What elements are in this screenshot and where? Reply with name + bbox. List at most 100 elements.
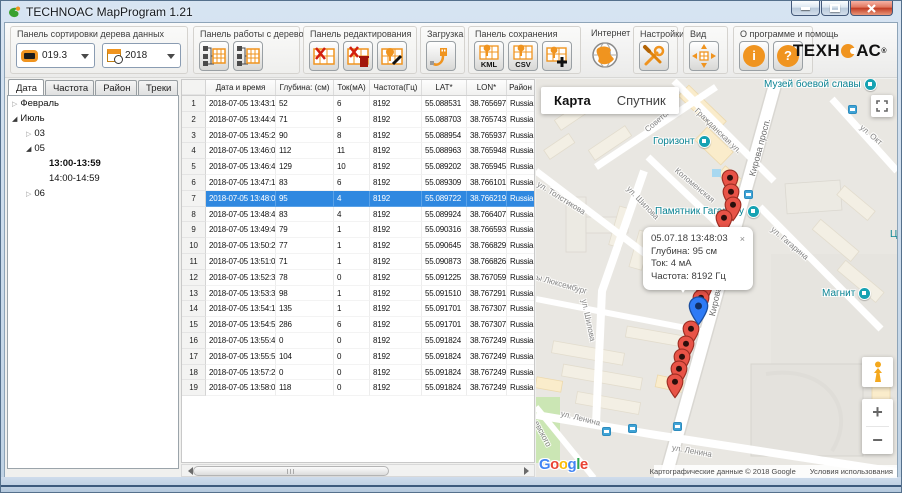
tab-date[interactable]: Дата [8,79,44,95]
table-cell[interactable]: 38.765743 [467,112,507,128]
minimize-button[interactable] [791,1,820,16]
table-cell[interactable]: 0 [334,349,370,365]
row-number[interactable]: 17 [182,349,206,365]
table-cell[interactable]: 6 [334,317,370,333]
row-number[interactable]: 11 [182,254,206,270]
table-cell[interactable]: 2018-07-05 13:48:41 [206,207,276,223]
table-row[interactable]: 182018-07-05 13:57:2800819255.09182438.7… [182,365,534,381]
bus-stop-icon[interactable] [744,190,753,199]
table-cell[interactable]: 55.091701 [422,301,467,317]
table-cell[interactable]: 38.766101 [467,175,507,191]
table-cell[interactable]: 129 [276,159,334,175]
bus-stop-icon[interactable] [673,422,682,431]
table-cell[interactable]: 0 [276,333,334,349]
row-number[interactable]: 10 [182,238,206,254]
table-cell[interactable]: 2018-07-05 13:45:29 [206,128,276,144]
table-row[interactable]: 82018-07-05 13:48:41834819255.08992438.7… [182,207,534,223]
device-dropdown[interactable]: 019.3 [16,43,95,68]
table-cell[interactable]: 38.767249 [467,380,507,396]
table-cell[interactable]: 2018-07-05 13:54:55 [206,317,276,333]
table-cell[interactable]: 2018-07-05 13:44:44 [206,112,276,128]
pegman-button[interactable] [862,357,893,387]
table-cell[interactable]: 112 [276,143,334,159]
table-cell[interactable]: 8192 [370,254,422,270]
table-cell[interactable]: 55.091824 [422,365,467,381]
table-cell[interactable]: 77 [276,238,334,254]
table-cell[interactable]: 71 [276,112,334,128]
table-cell[interactable]: 286 [276,317,334,333]
table-cell[interactable]: 1 [334,286,370,302]
table-cell[interactable]: 135 [276,301,334,317]
col-rownum[interactable] [182,80,206,95]
table-cell[interactable]: 98 [276,286,334,302]
table-cell[interactable]: 0 [334,365,370,381]
table-cell[interactable]: 2018-07-05 13:50:26 [206,238,276,254]
zoom-out-button[interactable]: − [862,427,893,454]
table-cell[interactable]: 55.088531 [422,96,467,112]
table-cell[interactable]: 8192 [370,207,422,223]
table-cell[interactable]: Russia. [507,143,534,159]
table-cell[interactable]: 8192 [370,128,422,144]
table-cell[interactable]: 8192 [370,112,422,128]
table-cell[interactable]: 55.091701 [422,317,467,333]
table-cell[interactable]: 2018-07-05 13:48:03 [206,191,276,207]
table-cell[interactable]: 55.091824 [422,333,467,349]
table-cell[interactable]: 78 [276,270,334,286]
table-row[interactable]: 42018-07-05 13:46:0511211819255.08896338… [182,143,534,159]
row-number[interactable]: 4 [182,143,206,159]
title-bar[interactable]: TECHNOAC MapProgram 1.21 [1,1,901,22]
table-cell[interactable]: 55.089202 [422,159,467,175]
table-cell[interactable]: Russia. [507,301,534,317]
terms-link[interactable]: Условия использования [810,467,893,476]
expander-collapsed-icon[interactable]: ▷ [26,130,31,138]
table-cell[interactable]: 55.088963 [422,143,467,159]
table-horizontal-scrollbar[interactable] [181,464,535,477]
col-region[interactable]: Район [507,80,534,95]
table-cell[interactable]: 8192 [370,286,422,302]
table-cell[interactable]: 38.767291 [467,286,507,302]
table-cell[interactable]: 2018-07-05 13:54:14 [206,301,276,317]
scrollbar-thumb[interactable] [193,466,389,476]
map-marker-selected[interactable] [688,296,709,331]
table-cell[interactable]: 8192 [370,270,422,286]
table-cell[interactable]: 2018-07-05 13:55:59 [206,349,276,365]
row-number[interactable]: 2 [182,112,206,128]
table-cell[interactable]: 55.090645 [422,238,467,254]
table-cell[interactable]: 55.089924 [422,207,467,223]
row-number[interactable]: 5 [182,159,206,175]
view-pan-button[interactable] [689,41,719,71]
table-cell[interactable]: 38.767307 [467,301,507,317]
table-cell[interactable]: 38.765948 [467,143,507,159]
table-cell[interactable]: Russia. [507,128,534,144]
row-number[interactable]: 15 [182,317,206,333]
settings-button[interactable] [639,41,669,71]
table-cell[interactable]: 8192 [370,301,422,317]
table-cell[interactable]: 0 [276,365,334,381]
table-cell[interactable]: 8192 [370,222,422,238]
table-cell[interactable]: 38.766407 [467,207,507,223]
map-marker[interactable] [666,373,684,404]
table-cell[interactable]: 4 [334,207,370,223]
table-cell[interactable]: Russia. [507,333,534,349]
table-cell[interactable]: 10 [334,159,370,175]
row-number[interactable]: 19 [182,380,206,396]
row-number[interactable]: 1 [182,96,206,112]
table-cell[interactable]: 38.767249 [467,365,507,381]
table-cell[interactable]: 55.091824 [422,349,467,365]
delete-point-button[interactable] [309,41,339,71]
poi-monument[interactable]: Памятник Гагарину [655,205,760,218]
table-cell[interactable]: 55.088703 [422,112,467,128]
table-row[interactable]: 62018-07-05 13:47:12836819255.08930938.7… [182,175,534,191]
table-row[interactable]: 72018-07-05 13:48:03954819255.08972238.7… [182,191,534,207]
table-cell[interactable]: 38.765945 [467,159,507,175]
table-row[interactable]: 102018-07-05 13:50:26771819255.09064538.… [182,238,534,254]
poi-gorizont[interactable]: Горизонт [653,135,711,148]
col-lon[interactable]: LON* [467,80,507,95]
tab-frequency[interactable]: Частота [45,80,94,95]
table-cell[interactable]: 2018-07-05 13:58:03 [206,380,276,396]
internet-button[interactable] [590,40,620,70]
table-cell[interactable]: 4 [334,191,370,207]
table-cell[interactable]: 1 [334,238,370,254]
row-number[interactable]: 3 [182,128,206,144]
table-cell[interactable]: 0 [334,333,370,349]
